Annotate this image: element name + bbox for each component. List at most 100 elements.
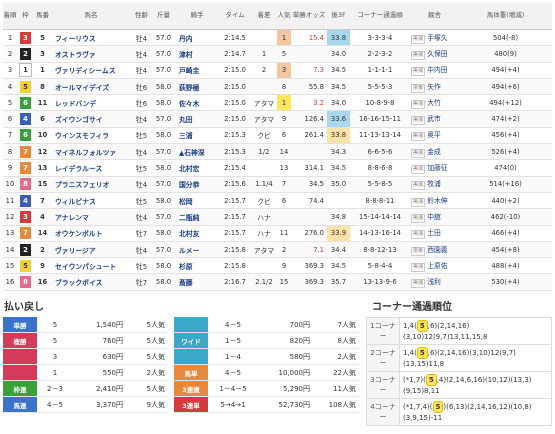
results-body: 1 3 5 フィーリウス 牡4 57.0 丹内 2:14.5 1 15.4 33.8 3-3-3-4 美… xyxy=(3,29,552,291)
result-row: 10 8 15 プラニスフェリオ 牡4 57.0 国分恭 2:15.6 1.1/4 7 34.5 35… xyxy=(3,176,552,193)
trainer-link[interactable]: 久保田 xyxy=(427,50,447,58)
horse-name-link[interactable]: レイデラルース xyxy=(51,159,131,177)
waku-badge: 4 xyxy=(20,194,31,207)
weight-cell: 526(+4) xyxy=(459,143,552,161)
kin-cell: 58.0 xyxy=(152,257,175,275)
payout-row: 複勝 5 760円 5人気 xyxy=(3,332,167,349)
col-corner[interactable]: コーナー通過順 xyxy=(350,3,410,30)
horse-name-link[interactable]: ブラックボイス xyxy=(51,273,131,291)
trainer-link[interactable]: 浅利 xyxy=(427,278,441,286)
trainer-link[interactable]: 鈴木伸 xyxy=(427,197,447,205)
jockey-link[interactable]: 国分恭 xyxy=(175,176,219,193)
jockey-link[interactable]: ▲石神深 xyxy=(175,143,219,161)
trainer-link[interactable]: 武市 xyxy=(427,115,441,123)
corner-highlight-horse: 5 xyxy=(416,347,428,359)
jockey-link[interactable]: 北村友 xyxy=(175,225,219,242)
col-ban[interactable]: 馬番 xyxy=(34,3,51,30)
horse-name-link[interactable]: ヴァリディシームス xyxy=(51,62,131,79)
corner-order: 1,4(5,6)(2,14,16)(3,10)12(9,7)13,11,15,8 xyxy=(399,317,552,345)
trainer-cell: 美浦 武市 xyxy=(410,110,459,128)
col-time[interactable]: タイム xyxy=(219,3,251,30)
ban-cell: 4 xyxy=(34,208,51,226)
jockey-link[interactable]: 佐々木 xyxy=(175,94,219,112)
jockey-link[interactable]: 丹内 xyxy=(175,29,219,47)
col-sex[interactable]: 性齢 xyxy=(131,3,152,30)
horse-name-link[interactable]: アナレンマ xyxy=(51,208,131,226)
col-name[interactable]: 馬名 xyxy=(51,3,131,30)
col-waku[interactable]: 枠 xyxy=(17,3,34,30)
kin-cell: 58.0 xyxy=(152,78,175,96)
trainer-link[interactable]: 矢作 xyxy=(427,83,441,91)
trainer-cell: 栗東 西園義 xyxy=(410,241,459,259)
horse-name-link[interactable]: ヴァリージア xyxy=(51,241,131,259)
payout-row: 馬単 4－5 10,000円 22人気 xyxy=(174,364,358,381)
horse-name-link[interactable]: オストラヴァ xyxy=(51,45,131,63)
payout-row: 馬連 4－5 3,370円 9人気 xyxy=(3,396,167,413)
col-diff[interactable]: 着差 xyxy=(251,3,277,30)
weight-cell: 504(-8) xyxy=(459,29,552,47)
horse-name-link[interactable]: セイウンパシュート xyxy=(51,257,131,275)
payout-popularity: 11人気 xyxy=(312,380,358,397)
horse-name-link[interactable]: ウィルビナス xyxy=(51,192,131,210)
col-rank[interactable]: 着順 xyxy=(3,3,17,30)
col-odds[interactable]: 単勝オッズ xyxy=(291,3,327,30)
horse-name-link[interactable]: ズイウンゴサイ xyxy=(51,110,131,128)
kin-cell: 57.0 xyxy=(152,208,175,226)
jockey-link[interactable]: 荻野極 xyxy=(175,78,219,96)
trainer-link[interactable]: 加藤征 xyxy=(427,164,447,172)
bet-combo: 1－5 xyxy=(208,332,258,349)
payout-popularity: 5人気 xyxy=(125,380,167,397)
trainer-link[interactable]: 西園義 xyxy=(427,246,447,254)
jockey-link[interactable]: 二瓶純 xyxy=(175,208,219,226)
jockey-link[interactable]: 三浦 xyxy=(175,127,219,145)
horse-name-link[interactable]: レッドバンデ xyxy=(51,94,131,112)
jockey-link[interactable]: 松岡 xyxy=(175,192,219,210)
horse-name-link[interactable]: プラニスフェリオ xyxy=(51,176,131,193)
trainer-link[interactable]: 奥平 xyxy=(427,131,441,139)
col-jockey[interactable]: 騎手 xyxy=(175,3,219,30)
horse-name-link[interactable]: オウケンボルト xyxy=(51,225,131,242)
trainer-link[interactable]: 大竹 xyxy=(427,99,441,107)
waku-cell: 7 xyxy=(17,143,34,161)
corner-order: (*1,7,4)(5)(6,13)(2,14,16,12)(10,8)(3,9,… xyxy=(399,398,552,426)
col-kin[interactable]: 斤量 xyxy=(152,3,175,30)
odds-cell: 276.0 xyxy=(291,225,327,242)
trainer-link[interactable]: 上原佑 xyxy=(427,262,447,270)
jockey-link[interactable]: 津村 xyxy=(175,45,219,63)
horse-name-link[interactable]: オールマイデイズ xyxy=(51,78,131,96)
trainer-cell: 美浦 牧浦 xyxy=(410,176,459,193)
col-weight[interactable]: 馬体重(増減) xyxy=(459,3,552,30)
corner-highlight-horse: 5 xyxy=(425,374,437,386)
payout-table-left: 単勝 5 1,540円 5人気 複勝 5 760円 5人気 3 630円 5人気 1 550円 2人気 枠連… xyxy=(3,317,167,413)
corner-row: 1コーナー 1,4(5,6)(2,14,16)(3,10)12(9,7)13,11… xyxy=(366,317,552,345)
col-f3[interactable]: 後3F xyxy=(327,3,350,30)
trainer-link[interactable]: 牧浦 xyxy=(427,180,441,188)
col-pop[interactable]: 人気 xyxy=(277,3,291,30)
trainer-link[interactable]: 手塚久 xyxy=(427,34,447,42)
trainer-link[interactable]: 中舘 xyxy=(427,213,441,221)
sex-cell: 牡5 xyxy=(131,159,152,177)
col-trainer[interactable]: 厩舎 xyxy=(410,3,459,30)
horse-name-link[interactable]: マイネルフォルツァ xyxy=(51,143,131,161)
time-cell: 2:15.4 xyxy=(219,159,251,177)
jockey-link[interactable]: 杉原 xyxy=(175,257,219,275)
trainer-link[interactable]: 金成 xyxy=(427,148,441,156)
corner-order-cell: 11-13-13-14 xyxy=(350,127,410,145)
trainer-link[interactable]: 中内田 xyxy=(427,66,447,74)
horse-name-link[interactable]: ウインスモフィラ xyxy=(51,127,131,145)
horse-name-link[interactable]: フィーリウス xyxy=(51,29,131,47)
time-cell: 2:14.7 xyxy=(219,45,251,63)
jockey-link[interactable]: 斎藤 xyxy=(175,273,219,291)
trainer-link[interactable]: 土田 xyxy=(427,229,441,237)
ban-cell: 1 xyxy=(34,62,51,79)
bet-type-label: 馬単 xyxy=(174,364,208,381)
jockey-link[interactable]: 北村宏 xyxy=(175,159,219,177)
kin-cell: 58.0 xyxy=(152,127,175,145)
trainer-cell: 美浦 鈴木伸 xyxy=(410,192,459,210)
payout-row: 枠連 2－3 2,410円 5人気 xyxy=(3,380,167,397)
sex-cell: 牡7 xyxy=(131,273,152,291)
jockey-link[interactable]: ルメー xyxy=(175,241,219,259)
jockey-link[interactable]: 丸田 xyxy=(175,110,219,128)
result-row: 3 1 1 ヴァリディシームス 牡4 57.0 戸崎圭 2:15.0 2 3 7.3 34.5 1-1-… xyxy=(3,62,552,79)
jockey-link[interactable]: 戸崎圭 xyxy=(175,62,219,79)
